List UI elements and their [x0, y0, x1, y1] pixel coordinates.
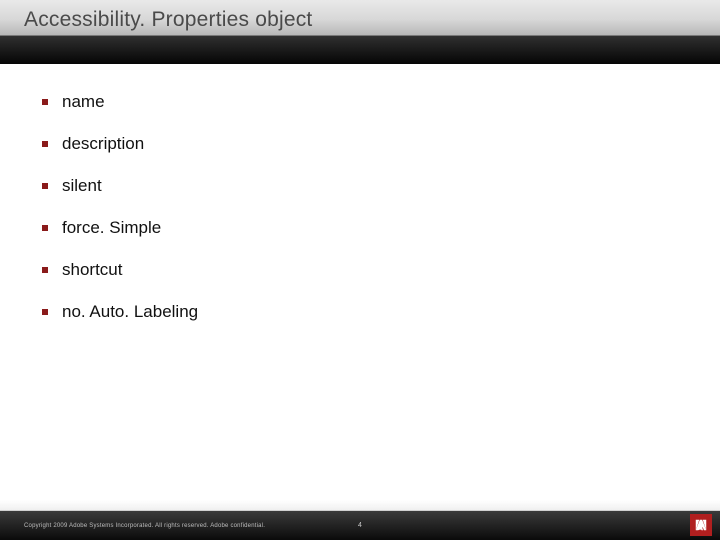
- slide-footer: Copyright 2009 Adobe Systems Incorporate…: [0, 510, 720, 540]
- bullet-list: name description silent force. Simple sh…: [42, 92, 678, 322]
- list-item-label: silent: [62, 176, 102, 196]
- slide-header: Accessibility. Properties object: [0, 0, 720, 64]
- bullet-icon: [42, 99, 48, 105]
- list-item-label: force. Simple: [62, 218, 161, 238]
- slide: Accessibility. Properties object name de…: [0, 0, 720, 540]
- list-item: shortcut: [42, 260, 678, 280]
- bullet-icon: [42, 309, 48, 315]
- list-item: no. Auto. Labeling: [42, 302, 678, 322]
- adobe-logo-icon: [690, 514, 712, 536]
- list-item: force. Simple: [42, 218, 678, 238]
- bullet-icon: [42, 141, 48, 147]
- list-item: silent: [42, 176, 678, 196]
- copyright-text: Copyright 2009 Adobe Systems Incorporate…: [24, 523, 265, 529]
- list-item-label: no. Auto. Labeling: [62, 302, 198, 322]
- bullet-icon: [42, 267, 48, 273]
- list-item-label: description: [62, 134, 144, 154]
- bullet-icon: [42, 225, 48, 231]
- list-item: name: [42, 92, 678, 112]
- list-item: description: [42, 134, 678, 154]
- list-item-label: shortcut: [62, 260, 122, 280]
- bullet-icon: [42, 183, 48, 189]
- list-item-label: name: [62, 92, 105, 112]
- slide-title: Accessibility. Properties object: [24, 8, 696, 32]
- page-number: 4: [358, 522, 362, 529]
- slide-body: name description silent force. Simple sh…: [0, 64, 720, 540]
